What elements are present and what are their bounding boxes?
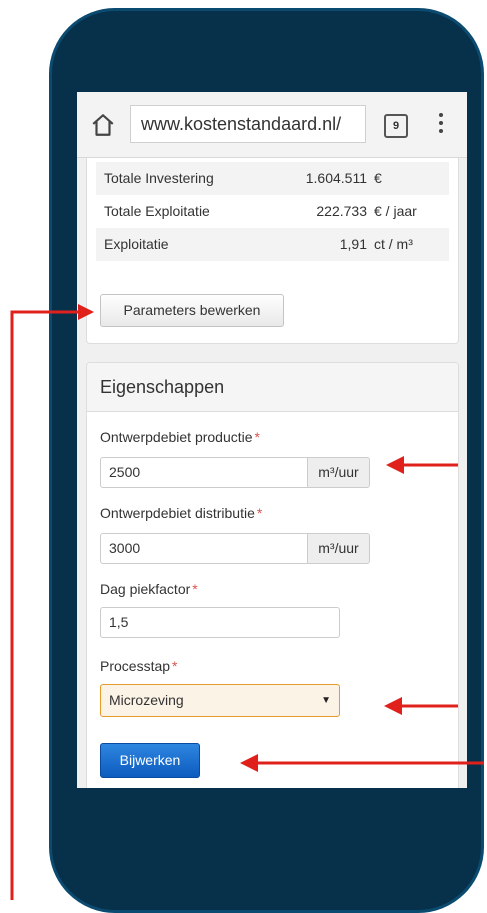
row-value: 1,91 bbox=[339, 236, 367, 252]
select-value: Microzeving bbox=[109, 692, 184, 708]
label-text: Processtap bbox=[100, 658, 171, 674]
phone-screen: www.kostenstandaard.nl/ 9 Totale Investe… bbox=[77, 92, 467, 788]
home-icon[interactable] bbox=[90, 112, 116, 138]
panel-title: Eigenschappen bbox=[100, 377, 225, 397]
required-mark: * bbox=[192, 581, 198, 597]
production-unit: m³/uur bbox=[307, 457, 370, 488]
row-unit: € / jaar bbox=[374, 203, 417, 219]
row-label: Totale Investering bbox=[104, 170, 214, 186]
row-value: 1.604.511 bbox=[305, 170, 367, 186]
results-panel: Totale Investering 1.604.511 € Totale Ex… bbox=[86, 158, 459, 344]
label-text: Ontwerpdebiet productie bbox=[100, 429, 253, 445]
update-button[interactable]: Bijwerken bbox=[100, 743, 200, 778]
required-mark: * bbox=[172, 658, 178, 674]
required-mark: * bbox=[254, 429, 260, 445]
process-select[interactable]: Microzeving ▼ bbox=[100, 684, 340, 717]
field-label-production: Ontwerpdebiet productie * bbox=[100, 429, 260, 445]
tab-count-icon[interactable]: 9 bbox=[384, 114, 408, 138]
url-field[interactable]: www.kostenstandaard.nl/ bbox=[130, 105, 366, 143]
table-row: Totale Investering 1.604.511 € bbox=[96, 162, 449, 195]
row-unit: € bbox=[374, 170, 382, 186]
production-input[interactable]: 2500 bbox=[100, 457, 308, 488]
field-label-process: Processtap * bbox=[100, 658, 178, 674]
properties-panel: Eigenschappen Ontwerpdebiet productie * 2… bbox=[86, 362, 459, 788]
distribution-unit: m³/uur bbox=[307, 533, 370, 564]
row-value: 222.733 bbox=[316, 203, 367, 219]
row-label: Totale Exploitatie bbox=[104, 203, 210, 219]
table-row: Totale Exploitatie 222.733 € / jaar bbox=[96, 195, 449, 228]
caret-down-icon: ▼ bbox=[321, 695, 331, 706]
row-label: Exploitatie bbox=[104, 236, 169, 252]
label-text: Ontwerpdebiet distributie bbox=[100, 505, 255, 521]
more-vert-icon[interactable] bbox=[439, 113, 443, 137]
edit-parameters-button[interactable]: Parameters bewerken bbox=[100, 294, 284, 327]
browser-toolbar: www.kostenstandaard.nl/ 9 bbox=[77, 92, 467, 158]
label-text: Dag piekfactor bbox=[100, 581, 191, 597]
peak-factor-input[interactable]: 1,5 bbox=[100, 607, 340, 638]
row-unit: ct / m³ bbox=[374, 236, 413, 252]
distribution-input[interactable]: 3000 bbox=[100, 533, 308, 564]
required-mark: * bbox=[256, 505, 263, 521]
field-label-distribution: Ontwerpdebiet distributie * bbox=[100, 505, 262, 521]
table-row: Exploitatie 1,91 ct / m³ bbox=[96, 228, 449, 261]
field-label-peak: Dag piekfactor * bbox=[100, 581, 198, 597]
panel-header: Eigenschappen bbox=[87, 363, 458, 412]
